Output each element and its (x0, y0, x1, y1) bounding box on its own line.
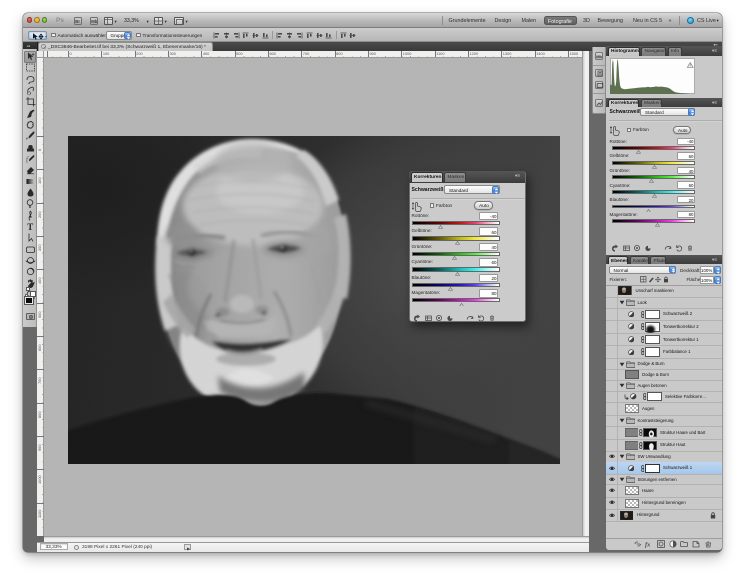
svg-text:fx: fx (645, 541, 651, 548)
svg-text:T: T (27, 222, 33, 232)
